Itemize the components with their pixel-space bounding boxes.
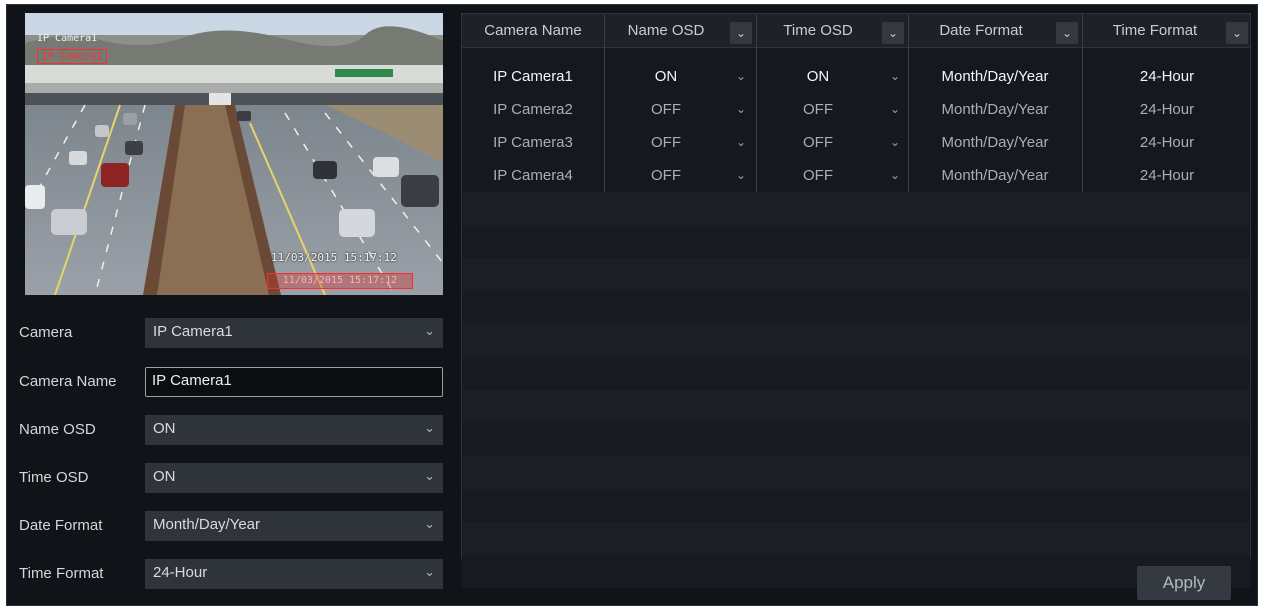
- row-camera-name: IP Camera4: [493, 167, 573, 184]
- date-format-select-value: Month/Day/Year: [153, 516, 261, 533]
- row-camera-name: IP Camera1: [493, 68, 573, 85]
- preview-osd-name-shadow: IP Camera1: [37, 33, 98, 44]
- empty-row: [462, 489, 1250, 522]
- empty-row: [462, 225, 1250, 258]
- camera-name-label: Camera Name: [19, 373, 117, 390]
- chevron-down-icon: ⌄: [424, 516, 435, 531]
- row-date-format[interactable]: Month/Day/Year: [908, 60, 1082, 93]
- preview-osd-timestamp: 11/03/2015 15:17:12: [271, 251, 397, 264]
- time-format-select[interactable]: 24-Hour ⌄: [145, 559, 443, 589]
- time-format-batch-dropdown[interactable]: ⌄: [1226, 22, 1248, 44]
- name-osd-select[interactable]: ON ⌄: [145, 415, 443, 445]
- camera-label: Camera: [19, 324, 73, 341]
- name-osd-batch-dropdown[interactable]: ⌄: [730, 22, 752, 44]
- chevron-down-icon: ⌄: [424, 420, 435, 435]
- chevron-down-icon[interactable]: ⌄: [736, 93, 746, 126]
- row-name-osd[interactable]: ON: [604, 60, 728, 93]
- empty-row: [462, 522, 1250, 555]
- empty-row: [462, 357, 1250, 390]
- chevron-down-icon[interactable]: ⌄: [736, 159, 746, 192]
- row-time-format[interactable]: 24-Hour: [1082, 126, 1252, 159]
- chevron-down-icon: ⌄: [424, 468, 435, 483]
- date-format-batch-dropdown[interactable]: ⌄: [1056, 22, 1078, 44]
- preview-osd-time-box[interactable]: 11/03/2015 15:17:12: [267, 273, 413, 289]
- row-time-osd[interactable]: ON: [756, 60, 880, 93]
- table-row[interactable]: IP Camera4 OFF ⌄ OFF ⌄ Month/Day/Year 24…: [462, 159, 1250, 192]
- row-name-osd[interactable]: OFF: [604, 126, 728, 159]
- time-osd-select[interactable]: ON ⌄: [145, 463, 443, 493]
- row-name-osd[interactable]: OFF: [604, 159, 728, 192]
- camera-select-value: IP Camera1: [153, 323, 233, 340]
- row-camera-name: IP Camera2: [493, 101, 573, 118]
- chevron-down-icon: ⌄: [424, 564, 435, 579]
- chevron-down-icon[interactable]: ⌄: [890, 93, 900, 126]
- empty-row: [462, 258, 1250, 291]
- time-format-label: Time Format: [19, 565, 104, 582]
- preview-osd-name[interactable]: IP Camera1: [37, 49, 108, 64]
- date-format-select[interactable]: Month/Day/Year ⌄: [145, 511, 443, 541]
- empty-row: [462, 324, 1250, 357]
- chevron-down-icon: ⌄: [424, 323, 435, 338]
- row-time-format[interactable]: 24-Hour: [1082, 93, 1252, 126]
- chevron-down-icon[interactable]: ⌄: [890, 159, 900, 192]
- empty-row: [462, 390, 1250, 423]
- time-osd-select-value: ON: [153, 468, 176, 485]
- chevron-down-icon[interactable]: ⌄: [890, 60, 900, 93]
- empty-row: [462, 555, 1250, 588]
- table-row[interactable]: IP Camera1 ON ⌄ ON ⌄ Month/Day/Year 24-H…: [462, 60, 1250, 93]
- row-time-format[interactable]: 24-Hour: [1082, 159, 1252, 192]
- time-osd-batch-dropdown[interactable]: ⌄: [882, 22, 904, 44]
- name-osd-select-value: ON: [153, 420, 176, 437]
- header-name-osd: Name OSD: [627, 22, 705, 39]
- row-camera-name: IP Camera3: [493, 134, 573, 151]
- row-time-osd[interactable]: OFF: [756, 159, 880, 192]
- camera-osd-table: Camera Name Name OSD ⌄ Time OSD ⌄ Date F…: [461, 13, 1251, 588]
- row-time-osd[interactable]: OFF: [756, 93, 880, 126]
- chevron-down-icon[interactable]: ⌄: [736, 60, 746, 93]
- name-osd-label: Name OSD: [19, 421, 96, 438]
- header-time-osd: Time OSD: [783, 22, 853, 39]
- table-row[interactable]: IP Camera3 OFF ⌄ OFF ⌄ Month/Day/Year 24…: [462, 126, 1250, 159]
- osd-settings-panel: IP Camera1 IP Camera1 11/03/2015 15:17:1…: [6, 4, 1258, 606]
- camera-select[interactable]: IP Camera1 ⌄: [145, 318, 443, 348]
- chevron-down-icon[interactable]: ⌄: [736, 126, 746, 159]
- row-date-format[interactable]: Month/Day/Year: [908, 159, 1082, 192]
- camera-name-row: Camera Name IP Camera1: [19, 367, 443, 397]
- chevron-down-icon[interactable]: ⌄: [890, 126, 900, 159]
- camera-name-input[interactable]: IP Camera1: [145, 367, 443, 397]
- time-format-row: Time Format 24-Hour ⌄: [19, 559, 443, 589]
- time-osd-label: Time OSD: [19, 469, 89, 486]
- empty-row: [462, 423, 1250, 456]
- row-date-format[interactable]: Month/Day/Year: [908, 126, 1082, 159]
- header-date-format: Date Format: [939, 22, 1023, 39]
- row-time-format[interactable]: 24-Hour: [1082, 60, 1252, 93]
- empty-row: [462, 456, 1250, 489]
- name-osd-row: Name OSD ON ⌄: [19, 415, 443, 445]
- camera-row: Camera IP Camera1 ⌄: [19, 318, 443, 348]
- date-format-row: Date Format Month/Day/Year ⌄: [19, 511, 443, 541]
- table-header: Camera Name Name OSD ⌄ Time OSD ⌄ Date F…: [462, 14, 1250, 48]
- camera-preview[interactable]: IP Camera1 IP Camera1 11/03/2015 15:17:1…: [25, 13, 443, 295]
- apply-button[interactable]: Apply: [1137, 566, 1231, 600]
- empty-row: [462, 291, 1250, 324]
- row-date-format[interactable]: Month/Day/Year: [908, 93, 1082, 126]
- time-osd-row: Time OSD ON ⌄: [19, 463, 443, 493]
- date-format-label: Date Format: [19, 517, 103, 534]
- row-name-osd[interactable]: OFF: [604, 93, 728, 126]
- time-format-select-value: 24-Hour: [153, 564, 208, 581]
- table-row[interactable]: IP Camera2 OFF ⌄ OFF ⌄ Month/Day/Year 24…: [462, 93, 1250, 126]
- empty-row: [462, 192, 1250, 225]
- header-camera-name: Camera Name: [484, 22, 582, 39]
- header-time-format: Time Format: [1112, 22, 1198, 39]
- row-time-osd[interactable]: OFF: [756, 126, 880, 159]
